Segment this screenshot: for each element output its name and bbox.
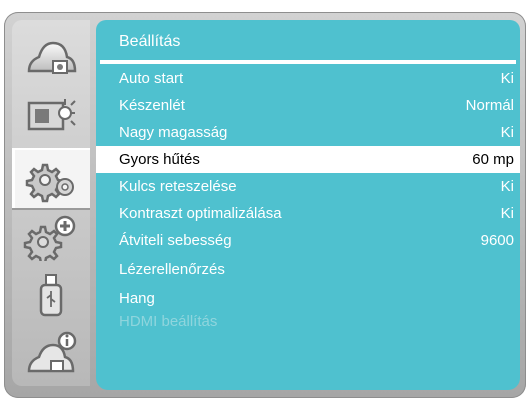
sidebar-item-settings[interactable] [12, 148, 90, 210]
menu-item-high-altitude[interactable]: Nagy magasság Ki [96, 119, 520, 146]
menu-item-label: Kontraszt optimalizálása [119, 205, 282, 222]
settings-panel: Beállítás Auto start Ki Készenlét Normál… [96, 20, 520, 390]
sidebar-item-display[interactable] [12, 86, 90, 144]
menu-item-value: Ki [500, 205, 514, 222]
display-icon [27, 99, 76, 131]
menu-item-label: Nagy magasság [119, 124, 228, 141]
menu-item-value: Ki [500, 124, 514, 141]
menu-item-label: Lézerellenőrzés [119, 261, 225, 278]
menu-item-label: HDMI beállítás [119, 313, 218, 330]
menu-item-value: 60 mp [472, 151, 514, 168]
menu-sidebar [12, 20, 90, 386]
sidebar-item-info[interactable] [12, 324, 90, 382]
menu-item-laser-check[interactable]: Lézerellenőrzés [96, 256, 520, 283]
menu-item-fast-cooling[interactable]: Gyors hűtés 60 mp [96, 146, 520, 173]
menu-item-key-lock[interactable]: Kulcs reteszelése Ki [96, 173, 520, 200]
sidebar-item-usb[interactable] [12, 266, 90, 324]
menu-item-label: Gyors hűtés [119, 151, 200, 168]
menu-item-contrast-optimize[interactable]: Kontraszt optimalizálása Ki [96, 200, 520, 227]
menu-item-label: Auto start [119, 70, 184, 87]
menu-item-label: Átviteli sebesség [119, 232, 232, 249]
menu-item-value: Normál [465, 97, 514, 114]
menu-item-standby[interactable]: Készenlét Normál [96, 92, 520, 119]
menu-item-hdmi-settings: HDMI beállítás [96, 308, 520, 335]
menu-item-value: Ki [500, 178, 514, 195]
menu-item-auto-start[interactable]: Auto start Ki [96, 65, 520, 92]
settings-gears-icon [25, 163, 74, 203]
usb-icon [39, 274, 63, 317]
menu-title: Beállítás [119, 33, 181, 50]
sidebar-item-expanded[interactable] [12, 208, 90, 266]
image-adjust-icon [27, 41, 77, 74]
menu-item-baud-rate[interactable]: Átviteli sebesség 9600 [96, 227, 520, 254]
menu-item-label: Készenlét [119, 97, 185, 114]
menu-item-label: Kulcs reteszelése [119, 178, 237, 195]
menu-item-label: Hang [119, 290, 155, 307]
extended-settings-icon [23, 215, 76, 261]
menu-item-value: Ki [500, 70, 514, 87]
info-icon [27, 331, 77, 373]
menu-item-value: 9600 [480, 232, 514, 249]
sidebar-item-image[interactable] [12, 28, 90, 86]
title-divider [100, 60, 516, 64]
